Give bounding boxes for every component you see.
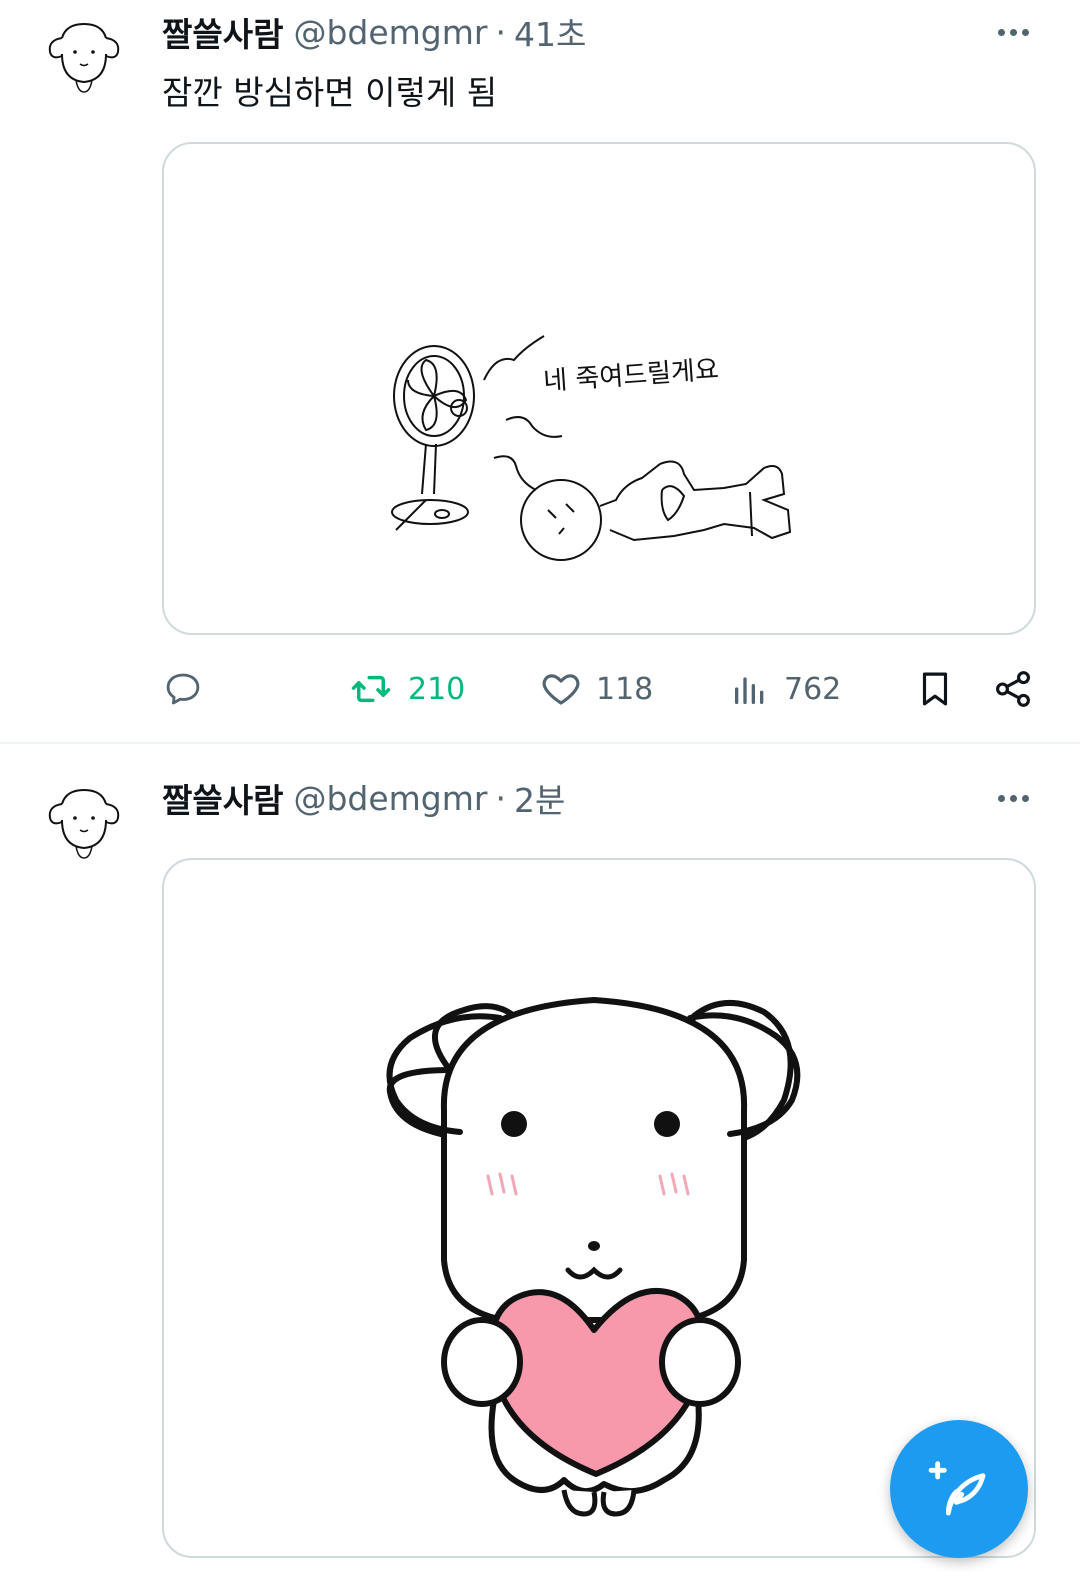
tweet-text: 잠깐 방심하면 이렇게 됨: [162, 73, 498, 112]
author-handle[interactable]: @bdemgmr: [293, 13, 487, 52]
separator-dot: ·: [495, 12, 506, 52]
more-dot: [1021, 794, 1029, 802]
more-dot: [997, 28, 1005, 36]
tweet-media-image[interactable]: 네 죽여드릴게요: [162, 142, 1036, 635]
views-button[interactable]: 762: [730, 659, 841, 719]
drawing-speech-text: 네 죽여드릴게요: [542, 355, 719, 397]
tweet-1[interactable]: 짤쓸사람 @bdemgmr · 41초 잠깐 방심하면 이렇게 됨 네 죽여드릴…: [0, 0, 1080, 742]
share-button[interactable]: [992, 659, 1034, 719]
retweet-icon: [351, 675, 391, 703]
separator-dot: ·: [495, 778, 506, 818]
author-avatar[interactable]: [42, 780, 126, 864]
retweet-count: 210: [408, 671, 466, 707]
more-dot: [1009, 28, 1017, 36]
more-dot: [997, 794, 1005, 802]
more-dot: [1021, 28, 1029, 36]
tweet-action-bar: 210 118 762: [0, 659, 1080, 719]
retweet-button[interactable]: 210: [348, 659, 465, 719]
author-name[interactable]: 짤쓸사람: [162, 8, 283, 56]
more-dot: [1009, 794, 1017, 802]
fan-sketch-illustration: 네 죽여드릴게요: [391, 335, 792, 561]
like-button[interactable]: 118: [540, 659, 653, 719]
tweet-timestamp[interactable]: 2분: [514, 774, 565, 822]
bookmark-icon: [922, 672, 948, 706]
tweet-timestamp[interactable]: 41초: [514, 8, 586, 56]
more-options-button[interactable]: [988, 12, 1038, 52]
author-name[interactable]: 짤쓸사람: [162, 774, 283, 822]
tweet-header: 짤쓸사람 @bdemgmr · 2분: [162, 778, 565, 821]
reply-button[interactable]: [162, 659, 204, 719]
tweet-header: 짤쓸사람 @bdemgmr · 41초: [162, 12, 586, 55]
puppy-avatar-icon: [48, 788, 120, 859]
like-count: 118: [596, 671, 654, 707]
compose-tweet-button[interactable]: [890, 1420, 1028, 1558]
share-icon: [996, 671, 1030, 707]
puppy-avatar-icon: [48, 22, 120, 93]
views-count: 762: [784, 671, 842, 707]
author-avatar[interactable]: [42, 14, 126, 98]
author-handle[interactable]: @bdemgmr: [293, 779, 487, 818]
heart-icon: [542, 674, 580, 705]
bookmark-button[interactable]: [914, 659, 956, 719]
compose-icon: [928, 1461, 986, 1516]
more-options-button[interactable]: [988, 778, 1038, 818]
reply-icon: [166, 673, 200, 705]
views-icon: [735, 677, 764, 704]
